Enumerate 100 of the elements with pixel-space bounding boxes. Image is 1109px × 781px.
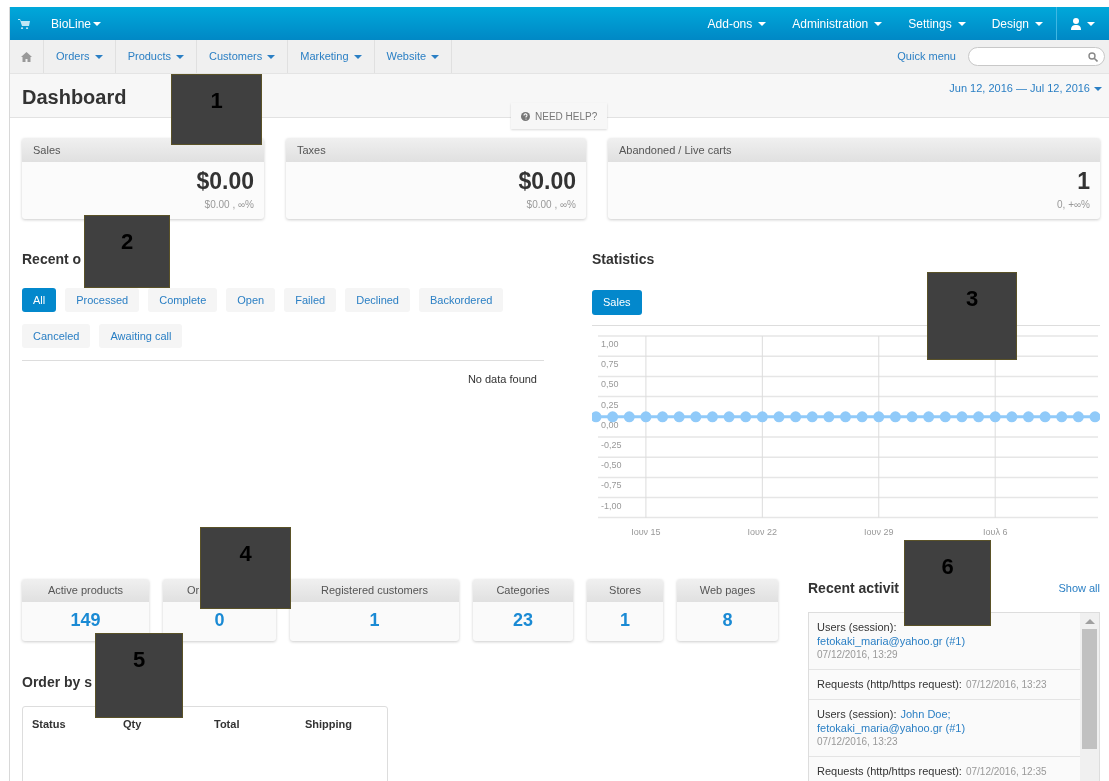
- data-point: [740, 411, 752, 423]
- cart-icon[interactable]: [18, 18, 30, 29]
- counter-value[interactable]: 8: [722, 611, 733, 629]
- axis-label: 0,50: [601, 379, 619, 390]
- filter-tab[interactable]: Declined: [345, 288, 410, 312]
- nav-menu-item[interactable]: Customers: [197, 40, 289, 73]
- nav-menu-item[interactable]: Marketing: [288, 40, 375, 73]
- counter-value[interactable]: 149: [70, 611, 101, 629]
- data-point: [756, 411, 768, 423]
- empty-message: No data found: [466, 372, 538, 387]
- data-point: [956, 411, 968, 423]
- search-field[interactable]: [968, 47, 1105, 66]
- column-header: Qty: [123, 717, 143, 732]
- caret-icon: [176, 54, 185, 59]
- filter-tab[interactable]: Backordered: [419, 288, 504, 312]
- data-point: [1006, 411, 1018, 423]
- top-menu-item[interactable]: Settings: [895, 7, 979, 40]
- caret-icon: [353, 54, 362, 59]
- number-marker: 5: [95, 633, 183, 718]
- data-point: [773, 411, 785, 423]
- help-icon: [521, 111, 530, 121]
- nav-menu-item[interactable]: Products: [115, 40, 198, 73]
- data-point: [723, 411, 735, 423]
- top-menu-item[interactable]: Design: [978, 7, 1056, 40]
- data-point: [607, 411, 619, 423]
- data-point: [1056, 411, 1068, 423]
- data-point: [623, 411, 635, 423]
- store-menu[interactable]: BioLine: [51, 14, 102, 33]
- section-title: Statistics: [592, 250, 656, 268]
- number-marker: 1: [171, 74, 262, 145]
- caret-icon: [957, 21, 966, 26]
- number-marker: 4: [200, 527, 291, 609]
- caret-icon: [1094, 86, 1102, 91]
- data-point: [873, 411, 885, 423]
- filter-tab[interactable]: Awaiting call: [99, 324, 183, 348]
- card-title: Taxes: [286, 138, 586, 162]
- data-point: [1039, 411, 1051, 423]
- top-menu-item[interactable]: Add-ons: [694, 7, 780, 40]
- counter-value[interactable]: 23: [513, 611, 533, 629]
- help-tab[interactable]: NEED HELP?: [511, 103, 608, 129]
- nav-menu-item[interactable]: Orders: [44, 40, 116, 73]
- top-menu-item[interactable]: Administration: [779, 7, 896, 40]
- filter-tab[interactable]: Open: [226, 288, 276, 312]
- data-point: [973, 411, 985, 423]
- activity-label: Users (session):: [817, 620, 897, 634]
- data-point: [706, 411, 718, 423]
- column-header: Status: [32, 717, 67, 732]
- date-range-picker[interactable]: Jun 12, 2016 — Jul 12, 2016: [949, 80, 1102, 97]
- card-title: Abandoned / Live carts: [608, 138, 1100, 162]
- data-point: [889, 411, 901, 423]
- scroll-thumb[interactable]: [1082, 629, 1097, 749]
- axis-label: Ιουλ 6: [983, 526, 1008, 537]
- activity-time: 07/12/2016, 13:23: [817, 735, 898, 749]
- counter-value[interactable]: 0: [214, 611, 225, 629]
- filter-tab[interactable]: Complete: [148, 288, 218, 312]
- user-link[interactable]: fetokaki_maria@yahoo.gr (#1): [817, 721, 966, 735]
- counter-label: Web pages: [677, 579, 778, 602]
- data-point: [657, 411, 669, 423]
- data-point: [823, 411, 835, 423]
- axis-label: 0,25: [601, 399, 619, 410]
- counter-label: Categories: [473, 579, 573, 602]
- data-point: [923, 411, 935, 423]
- card-value: 1: [1077, 167, 1090, 195]
- user-link[interactable]: John Doe;: [900, 707, 951, 721]
- number-marker: 3: [927, 272, 1017, 360]
- activity-label: Requests (http/https request):: [817, 764, 962, 778]
- data-point: [1072, 411, 1084, 423]
- section-title: Order by s: [22, 673, 94, 691]
- number-marker: 2: [84, 215, 170, 288]
- axis-label: 0,00: [601, 419, 619, 430]
- chart-tab[interactable]: Sales: [592, 290, 642, 315]
- data-point: [840, 411, 851, 423]
- quick-menu-label[interactable]: Quick menu: [897, 48, 956, 65]
- user-link[interactable]: fetokaki_maria@yahoo.gr (#1): [817, 634, 966, 648]
- show-all-link[interactable]: Show all: [1058, 579, 1100, 597]
- axis-label: 1,00: [601, 339, 619, 349]
- nav-menu-item[interactable]: Website: [374, 40, 453, 73]
- data-point: [790, 411, 802, 423]
- card-detail: 0, +∞%: [1057, 198, 1090, 212]
- activity-label: Users (session):: [817, 707, 897, 721]
- filter-tab[interactable]: All: [22, 288, 57, 312]
- column-header: Total: [214, 717, 241, 732]
- user-icon: [1071, 17, 1081, 30]
- filter-tab[interactable]: Canceled: [22, 324, 91, 348]
- home-icon: [21, 51, 32, 62]
- data-point: [690, 411, 702, 423]
- data-point: [1089, 411, 1100, 423]
- activity-time: 07/12/2016, 13:23: [965, 678, 1047, 692]
- filter-tab[interactable]: Failed: [284, 288, 337, 312]
- filter-tab[interactable]: Processed: [65, 288, 140, 312]
- data-point: [592, 411, 602, 423]
- data-point: [1022, 411, 1034, 423]
- counter-value[interactable]: 1: [620, 611, 630, 629]
- scroll-up-icon[interactable]: [1084, 619, 1095, 624]
- axis-label: -0,50: [601, 460, 622, 471]
- counter-label: Active products: [22, 579, 149, 602]
- counter-value[interactable]: 1: [369, 611, 380, 629]
- caret-icon: [1087, 21, 1095, 26]
- scrollbar[interactable]: [1080, 613, 1099, 781]
- card-detail: $0.00 , ∞%: [526, 198, 576, 212]
